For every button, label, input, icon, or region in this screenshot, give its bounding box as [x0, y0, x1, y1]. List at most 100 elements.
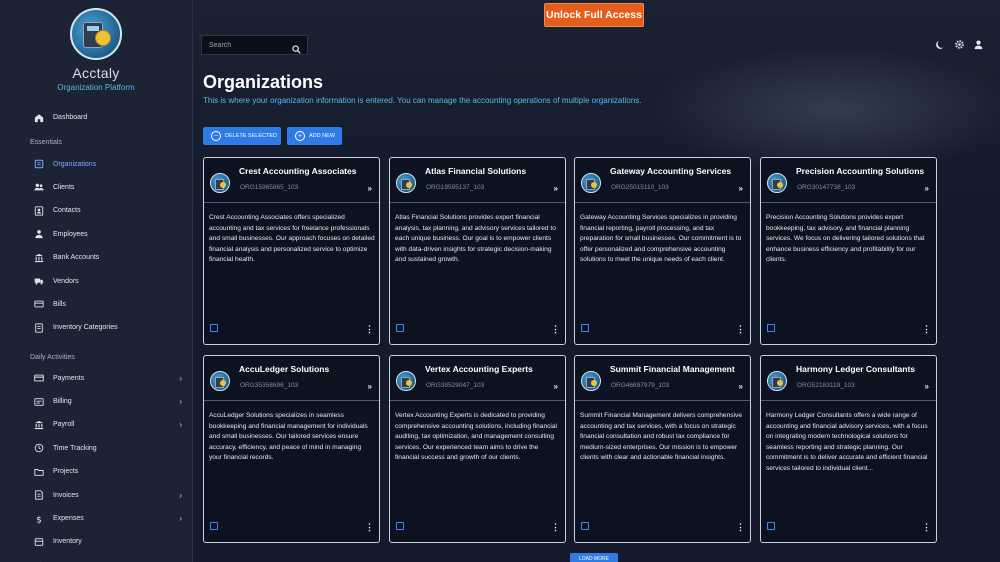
double-chevron-right-icon[interactable]: »	[925, 184, 929, 193]
sidebar-item-label: Inventory	[53, 538, 82, 546]
card-header: Precision Accounting Solutions ORG3014773…	[761, 158, 936, 203]
sidebar-item-payments[interactable]: Payments ›	[0, 367, 192, 390]
add-new-button[interactable]: + ADD NEW	[287, 127, 342, 145]
sidebar-item-projects[interactable]: Projects	[0, 460, 192, 483]
search-input[interactable]	[209, 41, 291, 49]
sidebar-item-billing[interactable]: Billing ›	[0, 390, 192, 413]
search-icon[interactable]	[292, 41, 301, 54]
sidebar-item-employees[interactable]: Employees	[0, 223, 192, 246]
double-chevron-right-icon[interactable]: »	[554, 382, 558, 391]
organization-avatar	[210, 371, 230, 391]
kebab-menu-icon[interactable]: ⋮	[922, 523, 931, 532]
double-chevron-right-icon[interactable]: »	[554, 184, 558, 193]
sidebar-item-bills[interactable]: Bills	[0, 293, 192, 316]
organization-avatar	[210, 173, 230, 193]
sidebar-item-receivables[interactable]: Receivables›	[0, 554, 192, 562]
organization-card[interactable]: Harmony Ledger Consultants ORG52183119_10…	[760, 355, 937, 543]
kebab-menu-icon[interactable]: ⋮	[736, 325, 745, 334]
select-checkbox[interactable]	[767, 324, 775, 332]
sidebar-item-inventory-categories[interactable]: Inventory Categories	[0, 316, 192, 339]
unlock-full-access-button[interactable]: Unlock Full Access	[544, 3, 644, 27]
double-chevron-right-icon[interactable]: »	[925, 382, 929, 391]
sidebar-item-inventory[interactable]: Inventory	[0, 530, 192, 553]
bill-icon	[34, 299, 44, 309]
chevron-right-icon[interactable]: ›	[179, 397, 182, 406]
sidebar-item-label: Employees	[53, 230, 88, 238]
select-checkbox[interactable]	[581, 324, 589, 332]
page-title: Organizations	[203, 72, 324, 92]
search-box[interactable]	[201, 35, 308, 55]
chevron-right-icon[interactable]: ›	[179, 491, 182, 500]
organization-name: AccuLedger Solutions	[239, 364, 330, 374]
organization-description: Harmony Ledger Consultants offers a wide…	[766, 412, 928, 472]
double-chevron-right-icon[interactable]: »	[739, 382, 743, 391]
sidebar-item-payroll[interactable]: Payroll ›	[0, 413, 192, 436]
organization-code: ORG15965865_103	[240, 184, 299, 191]
organization-code: ORG30147738_103	[797, 184, 856, 191]
double-chevron-right-icon[interactable]: »	[368, 382, 372, 391]
select-checkbox[interactable]	[210, 324, 218, 332]
load-more-button[interactable]: LOAD MORE	[570, 553, 618, 562]
organization-card[interactable]: Precision Accounting Solutions ORG3014773…	[760, 157, 937, 345]
organization-card[interactable]: Vertex Accounting Experts ORG38529047_103…	[389, 355, 566, 543]
dark-mode-icon[interactable]	[935, 39, 946, 50]
select-checkbox[interactable]	[581, 522, 589, 530]
organization-card[interactable]: AccuLedger Solutions ORG35358696_103» Accu…	[203, 355, 380, 543]
organization-name: Crest Accounting Associates	[239, 166, 357, 176]
app-subtitle: Organization Platform	[57, 83, 135, 92]
svg-text:$: $	[36, 514, 42, 524]
kebab-menu-icon[interactable]: ⋮	[736, 523, 745, 532]
sidebar-item-vendors[interactable]: Vendors	[0, 269, 192, 292]
organization-description: Crest Accounting Associates offers speci…	[209, 214, 375, 264]
home-icon	[34, 113, 44, 123]
plus-circle-icon: +	[295, 131, 305, 141]
sidebar-section-title: Daily Activities	[30, 353, 75, 361]
select-checkbox[interactable]	[396, 522, 404, 530]
user-profile-icon[interactable]	[973, 39, 984, 50]
chevron-right-icon[interactable]: ›	[179, 420, 182, 429]
kebab-menu-icon[interactable]: ⋮	[922, 325, 931, 334]
sidebar-item-contacts[interactable]: Contacts	[0, 199, 192, 222]
dollar-icon: $	[34, 514, 44, 524]
sidebar-item-label: Payroll	[53, 421, 75, 429]
sidebar-item-label: Projects	[53, 468, 79, 476]
double-chevron-right-icon[interactable]: »	[739, 184, 743, 193]
sidebar-item-invoices[interactable]: Invoices ›	[0, 483, 192, 506]
users-icon	[34, 182, 44, 192]
settings-icon[interactable]	[954, 39, 965, 50]
organization-card[interactable]: Crest Accounting Associates ORG15965865_1…	[203, 157, 380, 345]
kebab-menu-icon[interactable]: ⋮	[365, 523, 374, 532]
select-checkbox[interactable]	[210, 522, 218, 530]
sidebar-item-organizations[interactable]: Organizations	[0, 152, 192, 175]
sidebar-item-time-tracking[interactable]: Time Tracking	[0, 437, 192, 460]
sidebar-item-expenses[interactable]: $ Expenses ›	[0, 507, 192, 530]
organization-code: ORG19595137_103	[426, 184, 485, 191]
chevron-right-icon[interactable]: ›	[179, 514, 182, 523]
organization-card[interactable]: Summit Financial Management ORG46697979_1…	[574, 355, 751, 543]
bank-icon	[34, 253, 44, 263]
organization-card[interactable]: Atlas Financial Solutions ORG19595137_103…	[389, 157, 566, 345]
clock-icon	[34, 443, 44, 453]
card-header: Gateway Accounting Services ORG25015110_1…	[575, 158, 750, 203]
organization-avatar	[581, 173, 601, 193]
sidebar-item-clients[interactable]: Clients	[0, 176, 192, 199]
organization-description: Atlas Financial Solutions provides exper…	[395, 214, 556, 264]
sidebar-item-label: Bank Accounts	[53, 254, 100, 262]
app-logo[interactable]	[70, 8, 122, 60]
card-header: Atlas Financial Solutions ORG19595137_103…	[390, 158, 565, 203]
organization-name: Vertex Accounting Experts	[425, 364, 533, 374]
chevron-right-icon[interactable]: ›	[179, 374, 182, 383]
select-checkbox[interactable]	[767, 522, 775, 530]
kebab-menu-icon[interactable]: ⋮	[551, 325, 560, 334]
select-checkbox[interactable]	[396, 324, 404, 332]
double-chevron-right-icon[interactable]: »	[368, 184, 372, 193]
organization-name: Harmony Ledger Consultants	[796, 364, 916, 374]
sidebar-item-bank-accounts[interactable]: Bank Accounts	[0, 246, 192, 269]
sidebar-item-label: Expenses	[53, 515, 84, 523]
kebab-menu-icon[interactable]: ⋮	[365, 325, 374, 334]
kebab-menu-icon[interactable]: ⋮	[551, 523, 560, 532]
sidebar-item-dashboard[interactable]: Dashboard	[0, 106, 192, 129]
delete-selected-button[interactable]: − DELETE SELECTED	[203, 127, 281, 145]
sidebar: Acctaly Organization Platform Dashboard E…	[0, 0, 193, 562]
organization-card[interactable]: Gateway Accounting Services ORG25015110_1…	[574, 157, 751, 345]
